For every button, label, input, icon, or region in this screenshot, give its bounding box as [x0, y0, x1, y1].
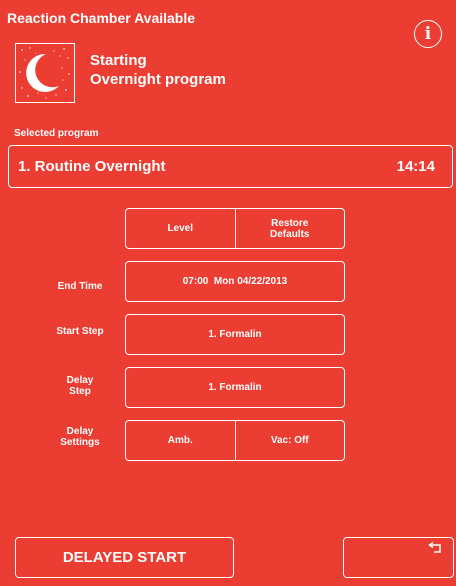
- vacuum-button[interactable]: Vac: Off: [234, 421, 345, 460]
- header-title: Reaction Chamber Available: [7, 10, 196, 26]
- end-time-button[interactable]: 07:00 Mon 04/22/2013: [125, 261, 345, 302]
- restore-defaults-line2: Defaults: [270, 228, 310, 240]
- delay-step-label: Delay Step: [25, 375, 135, 397]
- status-subtext: Overnight program: [90, 71, 226, 88]
- start-step-label: Start Step: [56, 326, 104, 337]
- selected-program-label: Selected program: [14, 128, 99, 139]
- delay-step-button[interactable]: 1. Formalin: [125, 367, 345, 408]
- delay-step-label-line2: Step: [69, 386, 91, 397]
- start-step-value: 1. Formalin: [208, 329, 262, 340]
- return-arrow-icon: [428, 542, 441, 553]
- delay-settings-label: Delay Settings: [25, 426, 135, 448]
- restore-defaults-button[interactable]: Restore Defaults: [234, 209, 345, 248]
- moon-icon: [15, 43, 75, 103]
- delayed-start-button[interactable]: DELAYED START: [15, 537, 234, 578]
- start-step-button[interactable]: 1. Formalin: [125, 314, 345, 355]
- restore-defaults-line1: Restore: [271, 217, 309, 229]
- delay-step-label-line1: Delay: [66, 375, 94, 386]
- end-time-value: 07:00 Mon 04/22/2013: [182, 276, 288, 287]
- status-text: Starting: [90, 52, 147, 69]
- ambient-value: Amb.: [167, 435, 193, 446]
- selected-program-field[interactable]: 1. Routine Overnight 14:14: [8, 145, 453, 188]
- end-time-label: End Time: [57, 281, 103, 292]
- options-button-group: Level Restore Defaults: [125, 208, 345, 249]
- program-duration: 14:14: [396, 158, 435, 175]
- level-button-label: Level: [167, 223, 194, 234]
- info-icon: i: [424, 24, 432, 44]
- delay-settings-label-line1: Delay: [66, 426, 94, 437]
- vacuum-value: Vac: Off: [270, 435, 309, 446]
- delay-settings-button-group: Amb. Vac: Off: [125, 420, 345, 461]
- level-button[interactable]: Level: [126, 209, 235, 248]
- delayed-start-label: DELAYED START: [62, 549, 187, 566]
- delay-settings-label-line2: Settings: [60, 437, 100, 448]
- restore-defaults-label: Restore Defaults: [270, 218, 309, 240]
- info-button[interactable]: i: [414, 20, 442, 48]
- ambient-pressure-button[interactable]: Amb.: [126, 421, 235, 460]
- back-button[interactable]: [343, 537, 454, 578]
- program-name: 1. Routine Overnight: [18, 158, 166, 175]
- program-start-screen: Reaction Chamber Available i Starting Ov…: [0, 0, 456, 586]
- delay-step-value: 1. Formalin: [208, 382, 262, 393]
